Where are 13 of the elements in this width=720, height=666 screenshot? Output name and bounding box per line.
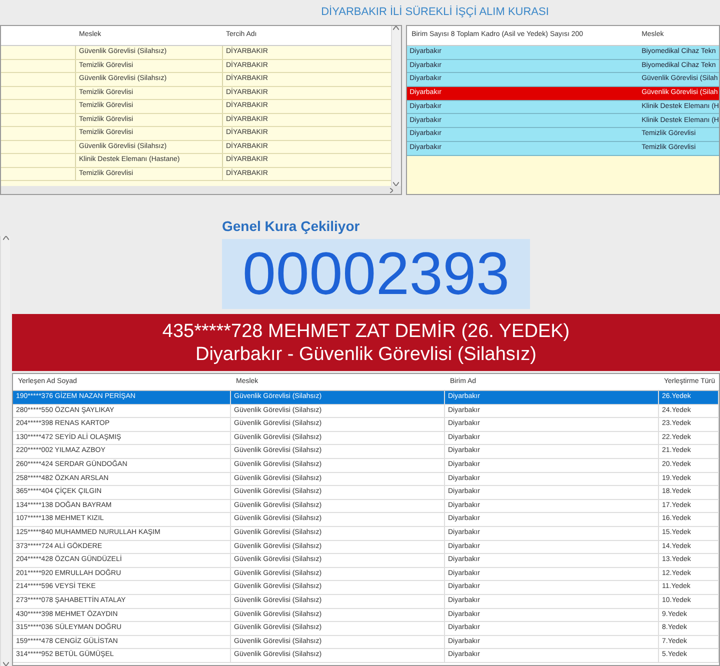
winner-line: 435*****728 MEHMET ZAT DEMİR (26. YEDEK) [162,320,570,342]
vertical-scrollbar[interactable] [390,26,401,186]
draw-number: 00002393 [222,239,530,309]
window-title: DİYARBAKIR İLİ SÜREKLİ İŞÇİ ALIM KURASI [321,4,549,20]
scroll-up-icon[interactable] [393,26,400,30]
vertical-scrollbar[interactable] [0,236,10,666]
draw-heading: Genel Kura Çekiliyor [222,217,360,236]
placement-line: Diyarbakır - Güvenlik Görevlisi (Silahsız) [195,342,537,366]
horizontal-scrollbar[interactable] [1,186,401,194]
scroll-right-icon[interactable] [390,188,393,192]
scroll-down-icon[interactable] [393,182,400,186]
scroll-up-icon[interactable] [2,236,8,240]
scroll-down-icon[interactable] [2,662,8,666]
